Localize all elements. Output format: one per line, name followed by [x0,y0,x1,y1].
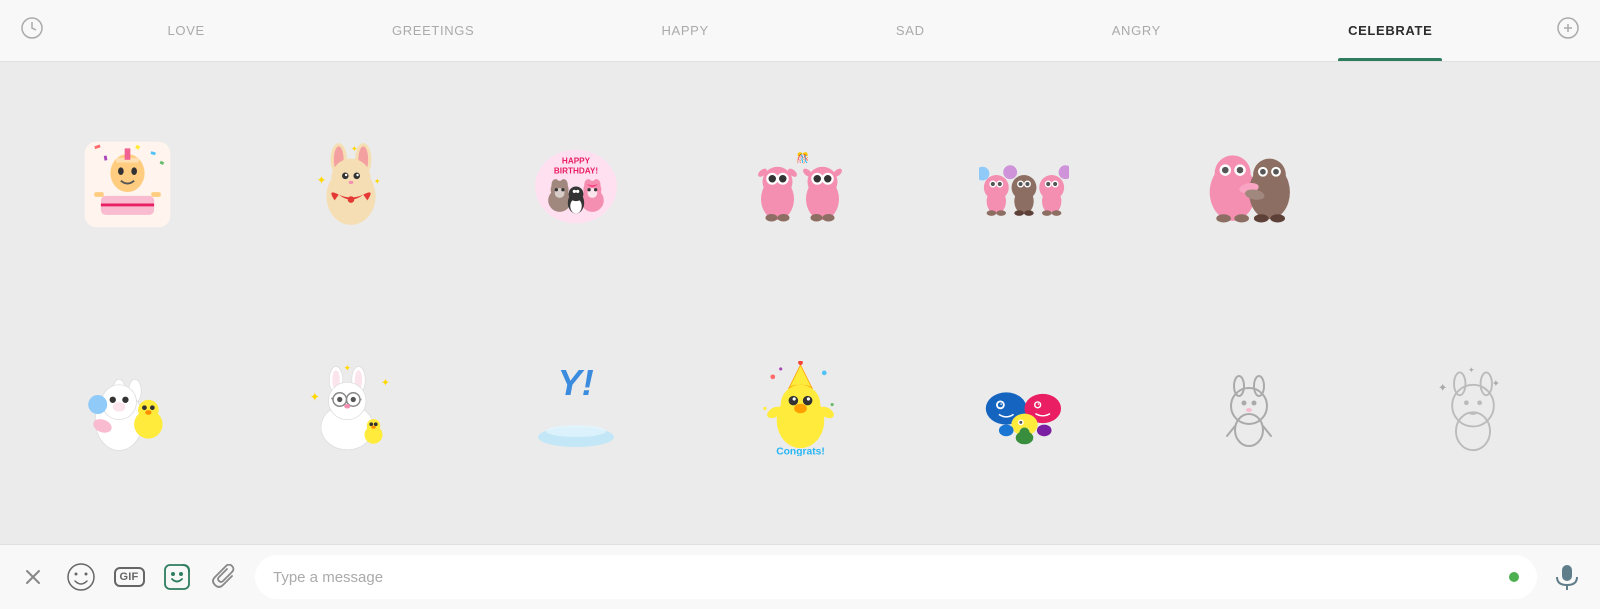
gif-label[interactable]: GIF [114,567,145,587]
svg-text:✦: ✦ [317,175,327,187]
svg-text:✦: ✦ [374,177,381,186]
svg-text:BIRTHDAY!: BIRTHDAY! [554,167,598,176]
svg-text:✦: ✦ [1438,383,1448,395]
tab-sad[interactable]: SAD [886,0,935,61]
sticker-bear-keepitup[interactable]: keep it up! [917,526,1131,544]
sticker-bunny-bow[interactable]: ✦ ✦ ✦ [244,77,458,291]
sticker-bunny-outline[interactable] [244,526,458,544]
sticker-button[interactable] [159,559,195,595]
sticker-pink-monsters-hug[interactable] [1141,77,1355,291]
history-icon[interactable] [20,16,44,46]
tab-greetings[interactable]: GREETINGS [382,0,484,61]
tab-happy[interactable]: HAPPY [651,0,718,61]
sticker-sparkle-bunny2[interactable]: ✦ ✦ ✦ [1366,301,1580,515]
svg-text:Congrats!: Congrats! [776,446,825,456]
sticker-confetti-burst[interactable] [20,526,234,544]
sticker-bunny-glasses-chick[interactable]: ✦ ✦ ✦ [244,301,458,515]
attach-button[interactable] [207,559,243,595]
message-placeholder: Type a message [273,569,383,586]
close-button[interactable] [15,559,51,595]
sticker-grid: ✦ ✦ ✦ HAPPY BIRTHDAY! [20,77,1580,544]
svg-text:✦: ✦ [1468,366,1475,375]
tab-list: LOVE GREETINGS HAPPY SAD ANGRY CELEBRATE [74,0,1526,61]
tab-love[interactable]: LOVE [158,0,215,61]
svg-text:✦: ✦ [344,363,352,373]
sticker-pink-monsters-pom[interactable] [917,77,1131,291]
sticker-bear-raise-hand[interactable] [693,526,907,544]
sticker-congrats-baby[interactable]: Congrats! [693,301,907,515]
sticker-pink-monsters-celebrate[interactable]: 🎊 [693,77,907,291]
sticker-empty-2 [469,526,683,544]
emoji-button[interactable] [63,559,99,595]
sticker-birthday-man[interactable] [20,77,234,291]
sticker-sparkle-y[interactable]: Y! [469,301,683,515]
svg-text:HAPPY: HAPPY [562,157,591,166]
sticker-bear-small[interactable] [1141,526,1355,544]
sticker-tiny-bunny[interactable] [1141,301,1355,515]
svg-text:✦: ✦ [381,377,390,389]
tab-bar: LOVE GREETINGS HAPPY SAD ANGRY CELEBRATE [0,0,1600,62]
sticker-empty-1 [1366,77,1580,291]
svg-text:✦: ✦ [310,390,320,404]
gif-button[interactable]: GIF [111,559,147,595]
svg-text:✦: ✦ [1492,379,1500,390]
input-status-dot [1509,572,1519,582]
bottom-toolbar: GIF Type a message [0,544,1600,609]
add-tab-icon[interactable] [1556,16,1580,46]
sticker-bunny-chick[interactable] [20,301,234,515]
sticker-happy-birthday[interactable]: HAPPY BIRTHDAY! [469,77,683,291]
sticker-grid-area: ✦ ✦ ✦ HAPPY BIRTHDAY! [0,62,1600,544]
svg-text:✦: ✦ [351,144,358,153]
message-input-area[interactable]: Type a message [255,555,1537,599]
mic-button[interactable] [1549,559,1585,595]
tab-angry[interactable]: ANGRY [1102,0,1171,61]
svg-text:🎊: 🎊 [796,152,809,165]
sticker-baby-shark-family[interactable] [917,301,1131,515]
tab-celebrate[interactable]: CELEBRATE [1338,0,1442,61]
